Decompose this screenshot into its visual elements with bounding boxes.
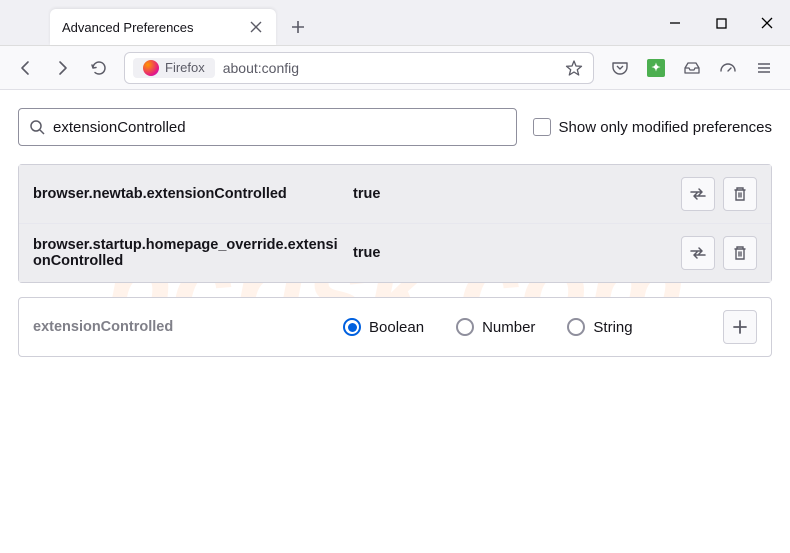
checkbox-label: Show only modified preferences — [559, 119, 772, 136]
bookmark-star-icon[interactable] — [565, 59, 585, 77]
radio-string[interactable]: String — [567, 318, 632, 336]
back-button[interactable] — [10, 52, 42, 84]
inbox-icon[interactable] — [676, 52, 708, 84]
radio-icon — [343, 318, 361, 336]
window-controls — [652, 0, 790, 46]
pref-name: browser.newtab.extensionControlled — [33, 186, 343, 202]
identity-label: Firefox — [165, 60, 205, 75]
close-window-button[interactable] — [744, 0, 790, 46]
pref-row: browser.newtab.extensionControlled true — [19, 165, 771, 224]
close-tab-icon[interactable] — [248, 19, 264, 35]
maximize-button[interactable] — [698, 0, 744, 46]
menu-button[interactable] — [748, 52, 780, 84]
radio-label: Number — [482, 319, 535, 336]
url-bar[interactable]: Firefox about:config — [124, 52, 594, 84]
tab-title: Advanced Preferences — [62, 20, 248, 35]
delete-button[interactable] — [723, 236, 757, 270]
dashboard-icon[interactable] — [712, 52, 744, 84]
search-input[interactable] — [53, 119, 506, 136]
pref-value: true — [353, 245, 671, 261]
forward-button[interactable] — [46, 52, 78, 84]
radio-icon — [456, 318, 474, 336]
pref-actions — [681, 236, 757, 270]
show-modified-toggle[interactable]: Show only modified preferences — [533, 118, 772, 136]
pref-name: browser.startup.homepage_override.extens… — [33, 237, 343, 269]
radio-number[interactable]: Number — [456, 318, 535, 336]
add-pref-row: extensionControlled Boolean Number Strin… — [18, 297, 772, 357]
checkbox-icon[interactable] — [533, 118, 551, 136]
toggle-button[interactable] — [681, 236, 715, 270]
add-pref-name: extensionControlled — [33, 319, 333, 335]
pref-row: browser.startup.homepage_override.extens… — [19, 224, 771, 282]
prefs-table: browser.newtab.extensionControlled true … — [18, 164, 772, 283]
search-icon — [29, 119, 45, 135]
toggle-button[interactable] — [681, 177, 715, 211]
url-text: about:config — [223, 60, 557, 76]
identity-box[interactable]: Firefox — [133, 58, 215, 78]
content-area: Show only modified preferences browser.n… — [0, 90, 790, 375]
pref-value: true — [353, 186, 671, 202]
minimize-button[interactable] — [652, 0, 698, 46]
radio-icon — [567, 318, 585, 336]
pocket-icon[interactable] — [604, 52, 636, 84]
browser-tab[interactable]: Advanced Preferences — [50, 9, 276, 45]
search-row: Show only modified preferences — [18, 108, 772, 146]
reload-button[interactable] — [82, 52, 114, 84]
radio-label: Boolean — [369, 319, 424, 336]
window-titlebar: Advanced Preferences — [0, 0, 790, 46]
delete-button[interactable] — [723, 177, 757, 211]
extension-icon[interactable]: ✦ — [640, 52, 672, 84]
radio-boolean[interactable]: Boolean — [343, 318, 424, 336]
pref-actions — [681, 177, 757, 211]
firefox-logo-icon — [143, 60, 159, 76]
navbar: Firefox about:config ✦ — [0, 46, 790, 90]
radio-label: String — [593, 319, 632, 336]
add-button[interactable] — [723, 310, 757, 344]
type-radio-group: Boolean Number String — [343, 318, 713, 336]
search-box[interactable] — [18, 108, 517, 146]
new-tab-button[interactable] — [284, 13, 312, 41]
